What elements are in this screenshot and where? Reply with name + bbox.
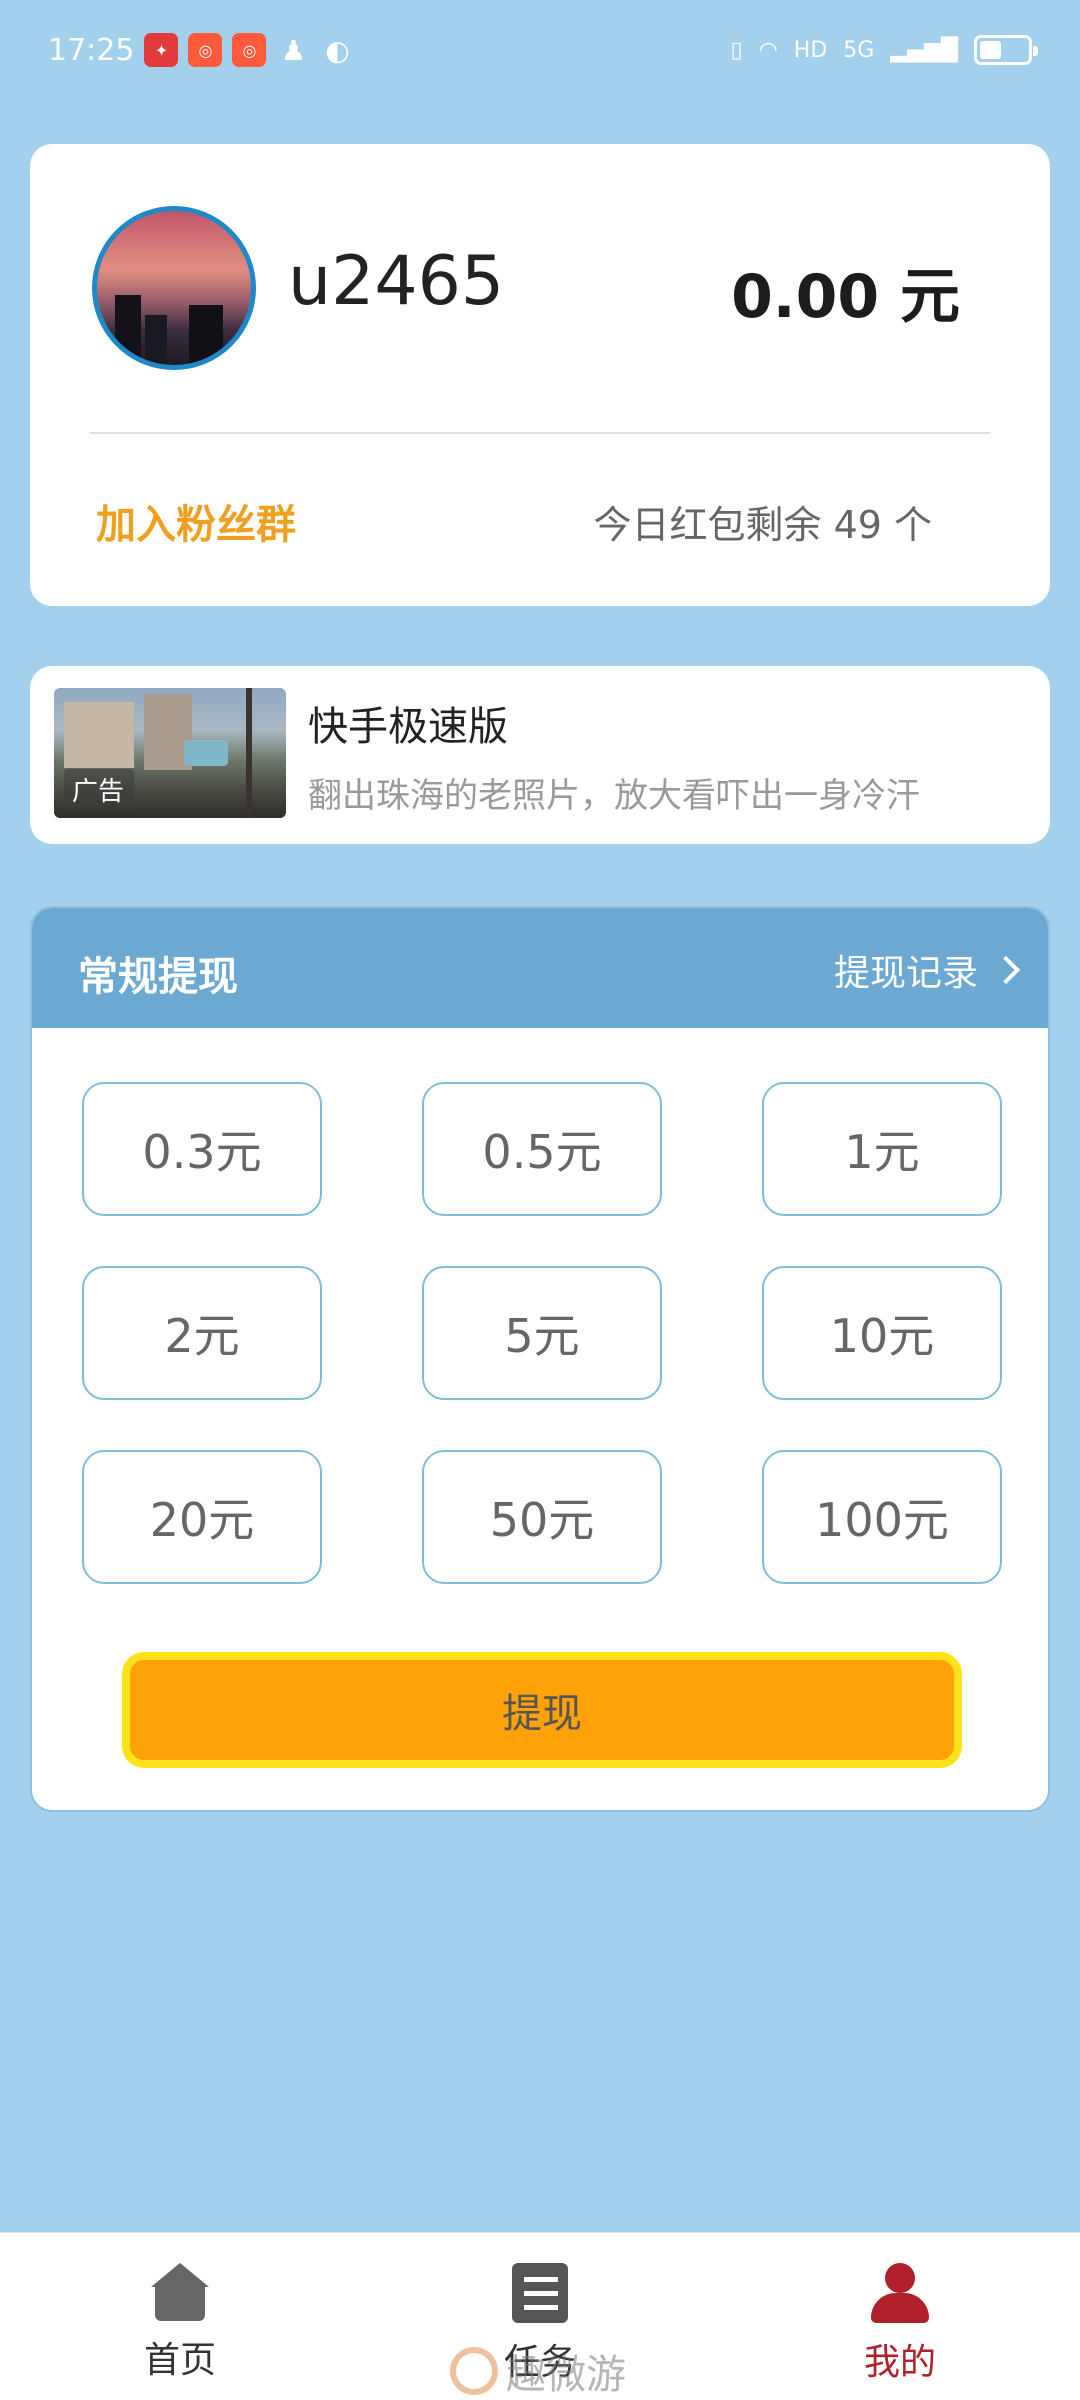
withdraw-record-link[interactable]: 提现记录 [833,944,1021,996]
withdraw-record-label: 提现记录 [833,953,978,994]
divider [90,432,990,434]
amount-option[interactable]: 50元 [422,1450,662,1584]
qq-icon: ♟ [280,33,307,67]
notification-app-icon: ✦ [144,33,179,67]
network-label: 5G [843,37,875,63]
home-icon [151,2263,209,2321]
tab-mine[interactable]: 我的 [800,2263,1000,2385]
amount-option[interactable]: 0.3元 [82,1082,322,1216]
notification-app-icon: ◎ [188,33,223,67]
username: u2465 [288,242,505,321]
amount-option[interactable]: 20元 [82,1450,322,1584]
chevron-right-icon [991,955,1021,985]
amount-option[interactable]: 1元 [762,1082,1002,1216]
status-right: ▯ ◠ HD 5G ▂▄▆█ [730,35,1038,65]
user-icon [871,2263,929,2323]
avatar[interactable] [92,206,256,370]
wifi-icon: ◠ [758,37,778,63]
notification-app-icon: ◎ [232,33,267,67]
watermark: 趣微游 [450,2342,626,2400]
vibrate-icon: ▯ [730,37,743,63]
amount-option[interactable]: 10元 [762,1266,1002,1400]
withdraw-card: 常规提现 提现记录 0.3元 0.5元 1元 2元 5元 10元 20元 50元… [30,906,1050,1812]
balance: 0.00 元 [731,262,960,332]
amount-option[interactable]: 0.5元 [422,1082,662,1216]
withdraw-title: 常规提现 [78,954,238,1000]
withdraw-header: 常规提现 提现记录 [32,908,1048,1028]
tab-home[interactable]: 首页 [80,2263,280,2383]
tab-mine-label: 我的 [863,2342,936,2383]
ad-title[interactable]: 快手极速版 [308,694,508,752]
battery-icon [974,35,1038,65]
profile-card: u2465 0.00 元 加入粉丝群 今日红包剩余 49 个 [30,144,1050,606]
browser-icon: ◐ [325,33,350,67]
withdraw-button[interactable]: 提现 [122,1652,962,1768]
ad-image[interactable]: 广告 [54,688,286,818]
status-time: 17:25 [48,32,135,68]
amount-option[interactable]: 100元 [762,1450,1002,1584]
battery-level [980,41,1001,59]
join-fan-group-link[interactable]: 加入粉丝群 [96,492,296,550]
ad-card[interactable]: 广告 快手极速版 翻出珠海的老照片，放大看吓出一身冷汗 [30,666,1050,844]
amount-option[interactable]: 5元 [422,1266,662,1400]
watermark-text: 趣微游 [506,2352,626,2398]
amount-option[interactable]: 2元 [82,1266,322,1400]
hd-label: HD [793,37,828,63]
status-left: 17:25 ✦ ◎ ◎ ♟ ◐ [48,33,354,68]
status-bar: 17:25 ✦ ◎ ◎ ♟ ◐ ▯ ◠ HD 5G ▂▄▆█ [0,0,1080,100]
task-icon [512,2263,568,2323]
signal-icon: ▂▄▆█ [890,37,958,63]
ad-description[interactable]: 翻出珠海的老照片，放大看吓出一身冷汗 [308,768,920,817]
ad-tag: 广告 [64,769,135,810]
tab-home-label: 首页 [143,2340,216,2381]
watermark-logo-icon [450,2347,498,2395]
red-packet-remaining: 今日红包剩余 49 个 [593,503,932,547]
